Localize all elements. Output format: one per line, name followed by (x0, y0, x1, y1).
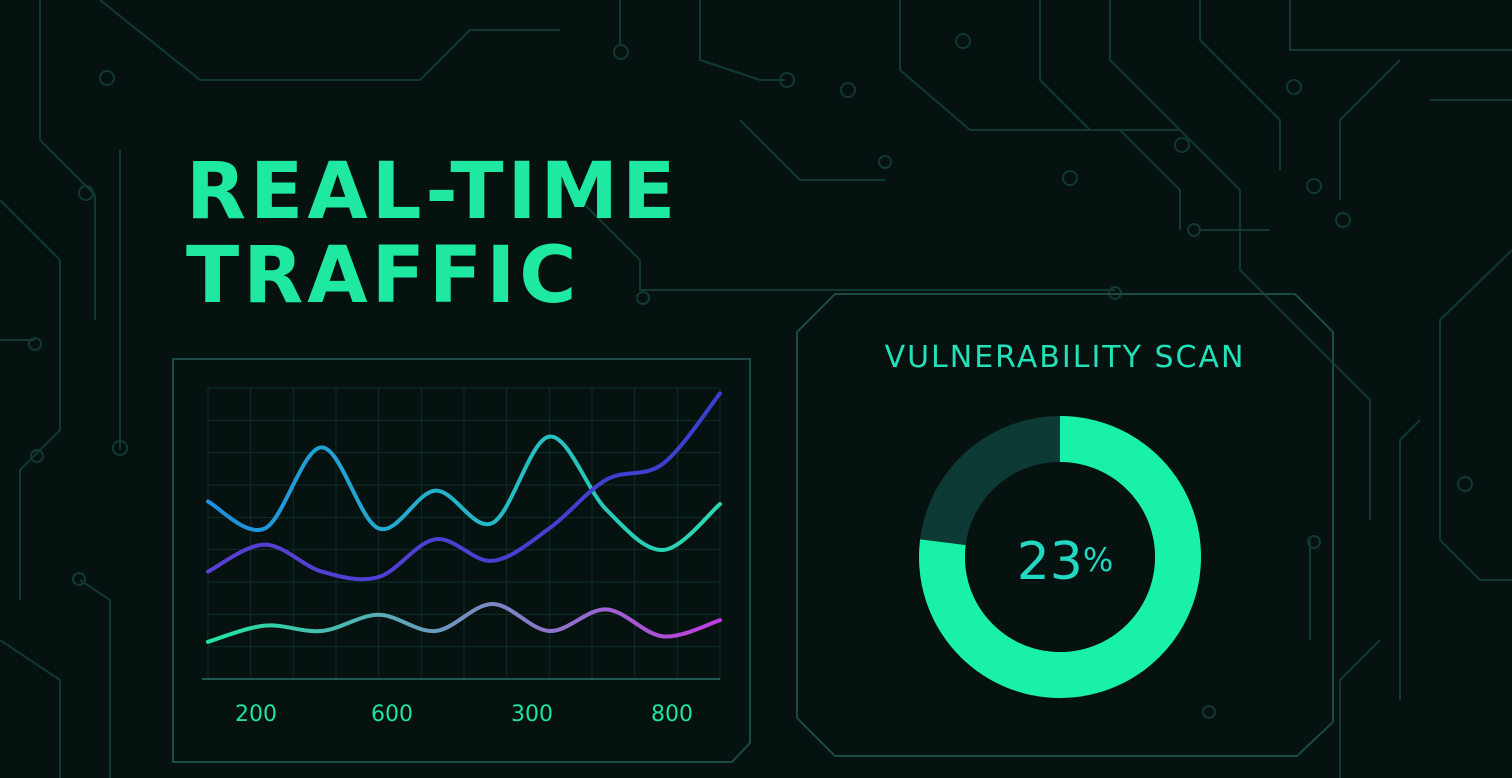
scan-value: 23 (1016, 532, 1083, 592)
x-tick-label: 800 (651, 702, 693, 727)
page-title: REAL-TIME TRAFFIC (186, 150, 679, 318)
traffic-chart-panel: 200 600 300 800 (172, 358, 754, 768)
scan-title: VULNERABILITY SCAN (884, 340, 1246, 375)
x-tick-label: 300 (511, 702, 553, 727)
vulnerability-scan-panel: VULNERABILITY SCAN 23% (795, 292, 1335, 758)
page-title-line-2: TRAFFIC (186, 231, 581, 321)
scan-unit: % (1082, 541, 1114, 579)
x-tick-label: 200 (235, 702, 277, 727)
chart-grid (207, 387, 721, 680)
scan-percentage: 23% (795, 532, 1335, 592)
x-tick-label: 600 (371, 702, 413, 727)
page-title-line-1: REAL-TIME (186, 147, 680, 237)
